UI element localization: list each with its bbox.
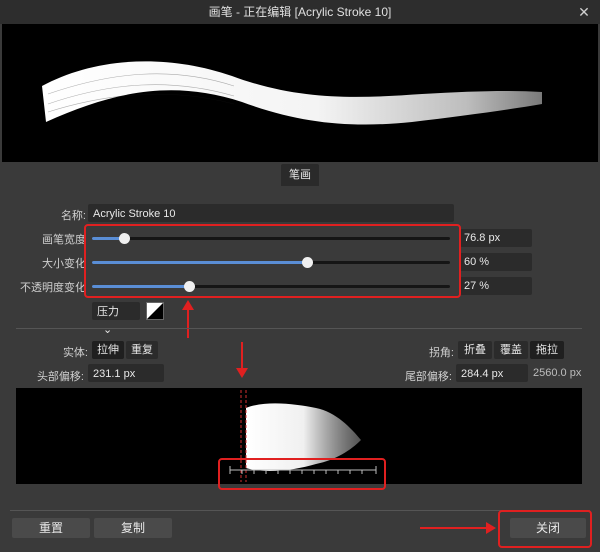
annotation-arrow-up [182, 300, 194, 338]
tail-offset-label: 尾部偏移: [404, 371, 452, 383]
pressure-curve-icon[interactable] [146, 302, 164, 320]
annotation-arrow-down [236, 342, 248, 378]
head-offset-label: 头部偏移: [36, 371, 84, 383]
name-field[interactable]: Acrylic Stroke 10 [88, 204, 454, 222]
total-length: 2560.0 px [533, 367, 582, 379]
close-button[interactable]: 关闭 [510, 518, 586, 538]
name-label: 名称: [60, 210, 86, 222]
stretch-label: 实体: [62, 347, 88, 359]
corner-label: 拐角: [428, 347, 454, 359]
annotation-box-sliders [84, 224, 461, 298]
stroke-preview [2, 24, 598, 162]
copy-button[interactable]: 复制 [94, 518, 172, 538]
section-divider [16, 328, 582, 329]
window-title: 画笔 - 正在编辑 [Acrylic Stroke 10] [208, 5, 392, 19]
stretch-option-repeat[interactable]: 重复 [126, 341, 158, 359]
corner-option-overlap[interactable]: 覆盖 [494, 341, 528, 359]
annotation-arrow-right [420, 522, 496, 534]
tail-offset-field[interactable]: 284.4 px [456, 364, 528, 382]
brush-stroke-graphic [42, 61, 542, 125]
slider-value-0[interactable]: 76.8 px [460, 229, 532, 247]
reset-button[interactable]: 重置 [12, 518, 90, 538]
corner-option-fold[interactable]: 折叠 [458, 341, 492, 359]
slider-value-1[interactable]: 60 % [460, 253, 532, 271]
tab-stroke[interactable]: 笔画 [281, 164, 319, 186]
corner-option-drag[interactable]: 拖拉 [530, 341, 564, 359]
annotation-box-ruler [218, 458, 386, 490]
slider-label-2: 不透明度变化 [20, 282, 86, 294]
pressure-dropdown[interactable]: 压力 ⌄ [92, 302, 140, 336]
stretch-option-stretch[interactable]: 拉伸 [92, 341, 124, 359]
close-icon[interactable]: ✕ [574, 2, 594, 22]
head-offset-field[interactable]: 231.1 px [88, 364, 164, 382]
slider-label-0: 画笔宽度 [42, 234, 86, 246]
pressure-label: 压力 [97, 306, 119, 318]
slider-value-2[interactable]: 27 % [460, 277, 532, 295]
chevron-down-icon: ⌄ [103, 324, 113, 336]
slider-label-1: 大小变化 [42, 258, 86, 270]
